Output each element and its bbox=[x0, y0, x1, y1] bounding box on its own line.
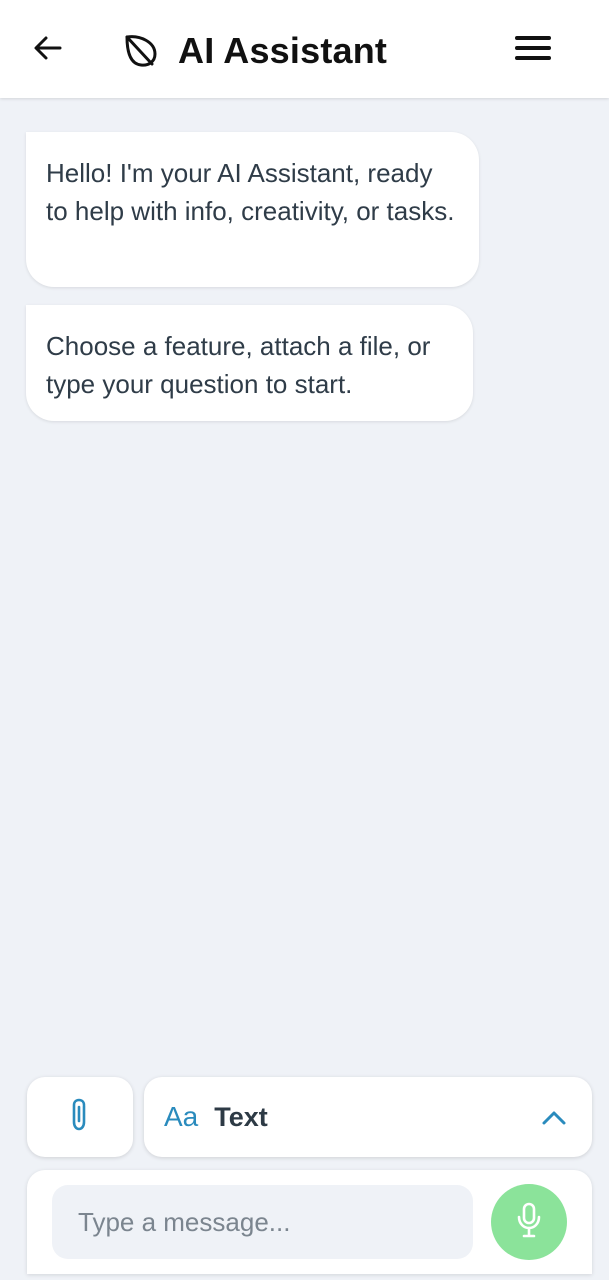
chevron-up-icon[interactable] bbox=[540, 1103, 568, 1131]
assistant-message-bubble: Hello! I'm your AI Assistant, ready to h… bbox=[26, 132, 479, 287]
page-title: AI Assistant bbox=[178, 30, 388, 71]
app-header: AI Assistant bbox=[0, 0, 609, 98]
message-input[interactable] bbox=[52, 1185, 473, 1259]
arrow-left-icon bbox=[32, 32, 64, 69]
message-text: Choose a feature, attach a file, or type… bbox=[46, 331, 431, 399]
header-title-group: AI Assistant bbox=[122, 26, 387, 76]
message-text: Hello! I'm your AI Assistant, ready to h… bbox=[46, 158, 455, 226]
menu-button[interactable] bbox=[510, 30, 556, 70]
microphone-icon bbox=[515, 1201, 543, 1244]
assistant-message-bubble: Choose a feature, attach a file, or type… bbox=[26, 305, 473, 421]
input-mode-label: Text bbox=[214, 1101, 268, 1132]
message-composer bbox=[27, 1170, 592, 1274]
text-mode-icon: Aa bbox=[164, 1101, 199, 1132]
attach-file-button[interactable] bbox=[27, 1077, 133, 1157]
hamburger-menu-icon bbox=[514, 33, 552, 68]
back-button[interactable] bbox=[28, 30, 68, 70]
paperclip-icon bbox=[67, 1097, 93, 1138]
voice-input-button[interactable] bbox=[491, 1184, 567, 1260]
input-mode-selector[interactable]: Aa Text bbox=[144, 1077, 592, 1157]
leaf-icon bbox=[122, 32, 160, 70]
